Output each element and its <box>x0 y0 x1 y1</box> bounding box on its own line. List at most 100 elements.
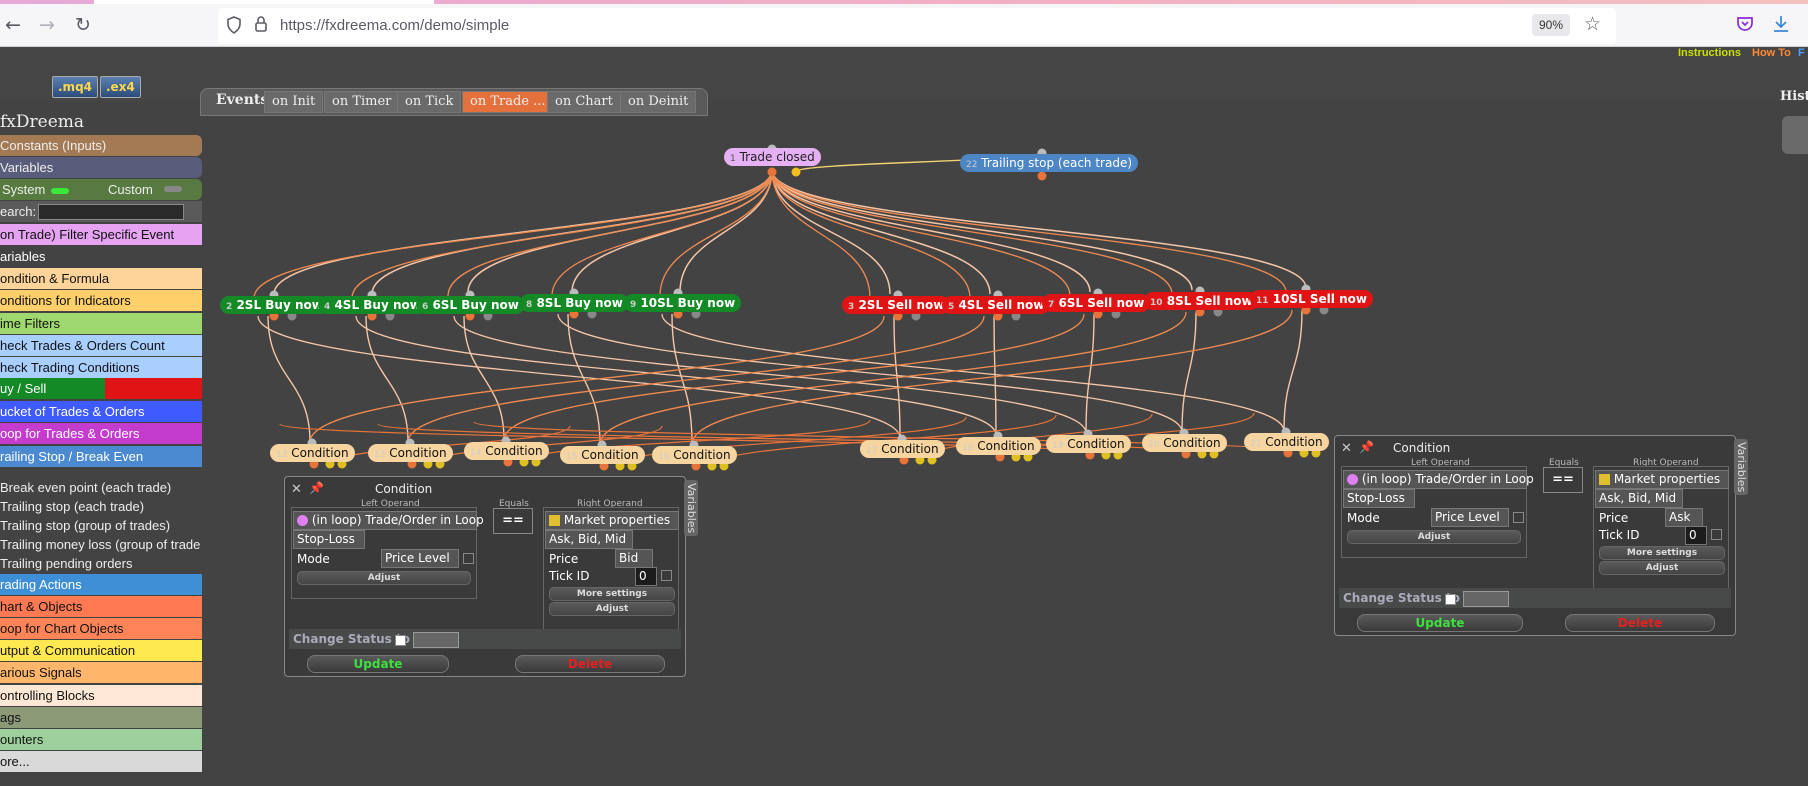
mode-select[interactable]: Price Level <box>381 549 459 568</box>
block-trade-closed[interactable]: 1 Trade closed <box>724 148 821 166</box>
price-select[interactable]: Bid <box>615 549 653 568</box>
tickid-checkbox[interactable] <box>1711 529 1722 540</box>
status-color-field[interactable] <box>413 632 459 648</box>
connection-wire <box>463 315 505 441</box>
block-label: 8SL Sell now <box>1166 294 1253 308</box>
adjust-button-right[interactable]: Adjust <box>1599 561 1725 575</box>
block-condition[interactable]: 19 Condition <box>1046 435 1131 453</box>
block-number: 15 <box>566 452 578 462</box>
mode-checkbox[interactable] <box>1513 512 1524 523</box>
block-label: Condition <box>291 446 349 460</box>
variables-side-tab-left[interactable]: Variables <box>684 480 698 536</box>
block-condition[interactable]: 17 Condition <box>860 440 945 458</box>
left-sub-select[interactable]: Stop-Loss <box>1343 489 1415 508</box>
connection-wire <box>257 315 901 439</box>
pin-icon[interactable]: 📌 <box>309 481 324 495</box>
block-sell[interactable]: 7 6SL Sell now <box>1042 294 1151 312</box>
change-status-label: Change Status to <box>1343 591 1460 605</box>
block-label: Trailing stop (each trade) <box>981 156 1133 170</box>
delete-button[interactable]: Delete <box>1565 614 1715 632</box>
tickid-input[interactable]: 0 <box>1685 526 1707 545</box>
connection-wire <box>1181 311 1197 433</box>
left-operand-value: (in loop) Trade/Order in Loop <box>311 513 484 527</box>
right-operand-value: Market properties <box>1613 472 1721 486</box>
connection-wire <box>365 315 409 443</box>
block-number: 2 <box>226 302 233 312</box>
price-select[interactable]: Ask <box>1665 508 1703 527</box>
block-sell[interactable]: 3 2SL Sell now <box>842 296 951 314</box>
connector-port[interactable] <box>1037 171 1047 181</box>
connector-port[interactable] <box>767 167 777 177</box>
block-buy[interactable]: 9 10SL Buy now <box>624 294 742 312</box>
close-icon[interactable]: ✕ <box>291 482 302 497</box>
block-sell[interactable]: 10 8SL Sell now <box>1144 292 1259 310</box>
connector-port[interactable] <box>791 167 801 177</box>
connection-wire <box>267 315 311 443</box>
change-status-checkbox[interactable] <box>395 635 406 646</box>
adjust-button-left[interactable]: Adjust <box>1347 530 1521 544</box>
variables-side-tab-right[interactable]: Variables <box>1734 439 1748 495</box>
block-number: 13 <box>374 450 386 460</box>
connection-wire <box>993 315 997 436</box>
connection-wire <box>1085 313 1095 434</box>
block-number: 5 <box>948 302 955 312</box>
block-trailing-stop[interactable]: 22 Trailing stop (each trade) <box>960 154 1139 172</box>
update-button[interactable]: Update <box>307 655 449 673</box>
block-condition[interactable]: 20 Condition <box>1142 434 1227 452</box>
block-number: 7 <box>1048 300 1055 310</box>
block-sell[interactable]: 5 4SL Sell now <box>942 296 1051 314</box>
block-condition[interactable]: 16 Condition <box>652 446 737 464</box>
more-settings-button[interactable]: More settings <box>1599 546 1725 560</box>
connection-wire <box>771 169 1091 293</box>
right-sub-select[interactable]: Ask, Bid, Mid <box>545 530 633 549</box>
operator-select[interactable]: == <box>493 508 533 534</box>
block-condition[interactable]: 12 Condition <box>270 444 355 462</box>
close-icon[interactable]: ✕ <box>1341 441 1352 456</box>
mode-checkbox[interactable] <box>463 553 474 564</box>
block-number: 14 <box>470 448 482 458</box>
block-number: 12 <box>276 450 288 460</box>
market-icon <box>1599 474 1610 485</box>
mode-select[interactable]: Price Level <box>1431 508 1509 527</box>
block-label: 2SL Buy now <box>236 298 323 312</box>
left-sub-select[interactable]: Stop-Loss <box>293 530 365 549</box>
block-number: 1 <box>730 154 736 164</box>
block-condition[interactable]: 15 Condition <box>560 446 645 464</box>
operator-select[interactable]: == <box>1543 467 1583 493</box>
update-button[interactable]: Update <box>1357 614 1523 632</box>
block-label: 6SL Sell now <box>1058 296 1145 310</box>
block-sell[interactable]: 11 10SL Sell now <box>1250 290 1373 308</box>
connection-wires <box>253 144 1329 471</box>
block-buy[interactable]: 2 2SL Buy now <box>220 296 329 314</box>
tickid-input[interactable]: 0 <box>635 567 657 586</box>
right-sub-select[interactable]: Ask, Bid, Mid <box>1595 489 1683 508</box>
tickid-label: Tick ID <box>549 569 590 583</box>
block-number: 6 <box>422 302 429 312</box>
block-buy[interactable]: 8 8SL Buy now <box>520 294 629 312</box>
connection-wire <box>771 169 1287 293</box>
adjust-button-left[interactable]: Adjust <box>297 571 471 585</box>
change-status-checkbox[interactable] <box>1445 594 1456 605</box>
pin-icon[interactable]: 📌 <box>1359 440 1374 454</box>
connection-wire <box>771 169 1307 289</box>
left-operand-select[interactable]: (in loop) Trade/Order in Loop <box>293 511 484 530</box>
block-condition[interactable]: 13 Condition <box>368 444 453 462</box>
delete-button[interactable]: Delete <box>515 655 665 673</box>
more-settings-button[interactable]: More settings <box>549 587 675 601</box>
adjust-button-right[interactable]: Adjust <box>549 602 675 616</box>
block-buy[interactable]: 6 6SL Buy now <box>416 296 525 314</box>
connection-wire <box>351 169 773 299</box>
right-operand-select[interactable]: Market properties <box>1595 470 1729 489</box>
block-label: Condition <box>485 444 543 458</box>
block-condition[interactable]: 21 Condition <box>1244 433 1329 451</box>
connection-wire <box>771 169 971 299</box>
left-operand-select[interactable]: (in loop) Trade/Order in Loop <box>1343 470 1534 489</box>
block-condition[interactable]: 14 Condition <box>464 442 549 460</box>
block-label: 6SL Buy now <box>432 298 519 312</box>
right-operand-select[interactable]: Market properties <box>545 511 679 530</box>
block-buy[interactable]: 4 4SL Buy now <box>318 296 427 314</box>
connection-wire <box>551 169 773 297</box>
status-color-field[interactable] <box>1463 591 1509 607</box>
block-condition[interactable]: 18 Condition <box>956 437 1041 455</box>
tickid-checkbox[interactable] <box>661 570 672 581</box>
